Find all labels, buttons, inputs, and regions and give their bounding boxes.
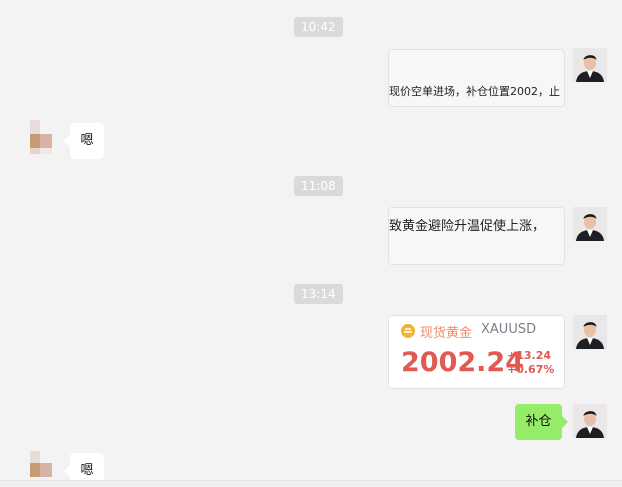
avatar[interactable] (573, 207, 607, 241)
pixelated-avatar-icon (30, 120, 52, 154)
self-bubble[interactable]: 补仓 (515, 404, 568, 440)
input-area-edge (0, 480, 622, 487)
timestamp: 10:42 (294, 17, 343, 37)
avatar[interactable] (24, 120, 58, 154)
person-avatar-icon (573, 404, 607, 438)
person-avatar-icon (573, 48, 607, 82)
asset-name: 现货黄金 (420, 326, 473, 341)
price-change: +13.24 (507, 349, 552, 362)
message-card[interactable]: 现价空单进场，补仓位置2002，止 (388, 49, 565, 107)
gold-coin-icon (401, 324, 415, 338)
card-text: 致黄金避险升温促使上涨， (389, 219, 546, 234)
timestamp: 11:08 (294, 176, 343, 196)
timestamp: 13:14 (294, 284, 343, 304)
avatar[interactable] (573, 48, 607, 82)
asset-price: 2002.24 (401, 347, 524, 378)
person-avatar-icon (573, 207, 607, 241)
message-card[interactable]: 致黄金避险升温促使上涨， (388, 207, 565, 265)
person-avatar-icon (573, 315, 607, 349)
price-change-percent: +0.67% (507, 363, 555, 376)
card-text: 现价空单进场，补仓位置2002，止 (389, 85, 560, 98)
asset-symbol: XAUUSD (481, 322, 537, 337)
quote-card[interactable]: 现货黄金 XAUUSD 2002.24 +13.24 +0.67% (388, 315, 565, 389)
avatar[interactable] (573, 315, 607, 349)
avatar[interactable] (573, 404, 607, 438)
reply-bubble[interactable]: 嗯 (64, 123, 104, 159)
chat-window: 10:42 现价空单进场，补仓位置2002，止 嗯 11:08 致黄金避险升温促… (0, 0, 622, 487)
